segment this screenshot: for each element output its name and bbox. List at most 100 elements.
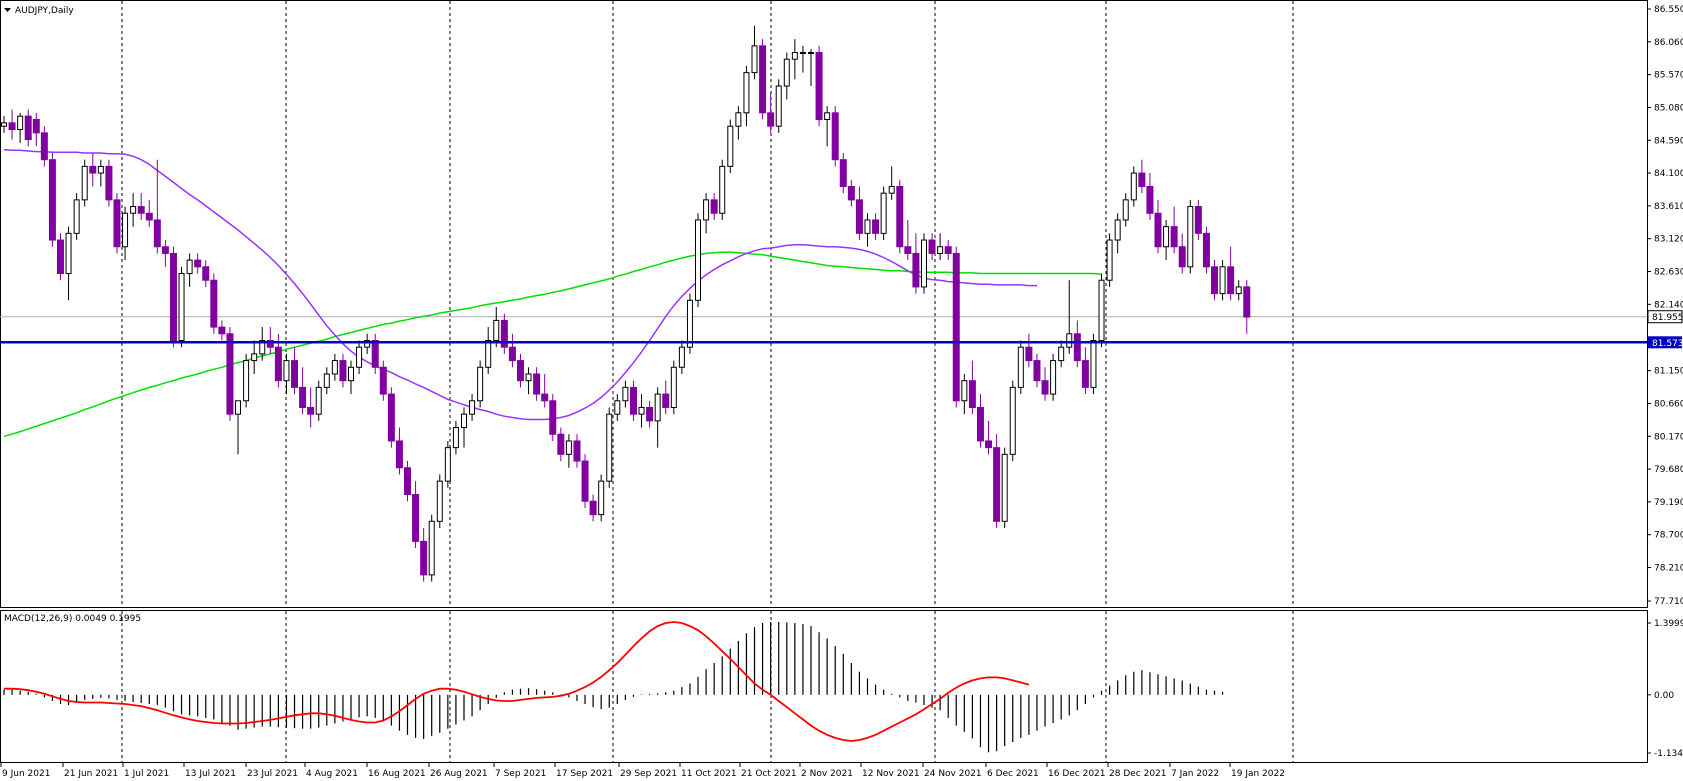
candle-body-bull [1017,346,1024,388]
macd-y-tick-label: 0.00 [1654,691,1674,701]
candle-body-bear [169,252,177,341]
candle-body-bear [533,373,541,395]
x-tick-label: 17 Sep 2021 [556,769,613,779]
current-price-tag: 81.955 [1652,313,1683,323]
candle-body-bull [686,299,693,348]
candle-body-bull [791,52,798,60]
x-tick-label: 2 Nov 2021 [801,769,853,779]
x-tick-label: 9 Jun 2021 [2,769,50,779]
candle-body-bull [186,259,193,275]
candle-body-bear [581,460,589,502]
candle-body-bear [161,246,169,254]
y-tick-label: 86.550 [1654,5,1683,15]
candle-body-bear [855,199,863,234]
x-tick-label: 29 Sep 2021 [620,769,677,779]
candle-body-bull [719,165,726,214]
candle-body-bull [961,380,968,402]
price-axis-labels: 86.550 86.060 85.570 85.080 84.590 84.100 83.6… [1647,5,1683,607]
candle-body-bull [735,112,742,127]
candle-body-bear [710,199,718,214]
candle-body-bull [525,373,532,382]
candle-body-bear [1227,266,1235,295]
candle-body-bull [1219,266,1226,295]
x-tick-label: 13 Jul 2021 [185,769,236,779]
y-tick-label: 84.590 [1654,136,1683,146]
candle-body-bear [89,165,97,174]
candle-body-bear [1041,380,1049,395]
candle-body-bull [654,393,661,422]
candle-body-bear [847,185,855,201]
candle-body-bull [727,125,734,167]
symbol-title: AUDJPY,Daily [15,6,74,16]
candle-body-bear [968,380,976,408]
candle-body-bull [824,112,831,120]
candle-body-bull [1114,219,1121,241]
candle-body-bear [767,112,775,127]
candle-body-bull [678,346,685,368]
candle-body-bear [1194,206,1202,234]
candle-body-bull [1009,386,1016,455]
candle-body-bull [1001,453,1008,522]
candle-body-bull [775,85,782,127]
symbol-dropdown-icon[interactable] [4,8,11,12]
macd-signal-path [4,621,1030,742]
candle-body-bear [985,440,993,449]
macd-histogram [3,621,1224,753]
candle-body-bull [614,400,621,415]
candle-body-bull [565,440,572,455]
candle-body-bull [638,406,645,415]
price-tags: 81.955 81.573 [1647,310,1683,349]
price-panel-frame [0,0,1648,608]
candle-body-bull [920,239,927,288]
candle-body-bull [808,52,814,55]
candle-body-bull [331,360,338,375]
candle-body-bear [40,132,48,161]
macd-panel-frame [0,610,1648,763]
candle-body-bear [1081,360,1089,388]
y-tick-label: 86.060 [1654,38,1683,48]
candle-body-bear [48,159,56,241]
y-tick-label: 84.100 [1654,169,1683,179]
y-tick-label: 77.710 [1654,597,1683,607]
candle-body-bull [469,400,476,415]
y-tick-label: 78.700 [1654,531,1683,541]
candle-body-bear [137,206,145,214]
candle-body-bear [1073,333,1081,362]
y-tick-label: 85.080 [1654,103,1683,113]
x-tick-label: 28 Dec 2021 [1109,769,1167,779]
candle-body-bull [477,366,484,402]
candle-body-bear [952,252,960,402]
candle-body-bear [420,540,428,576]
x-tick-label: 26 Aug 2021 [430,769,488,779]
candle-body-bull [178,273,185,341]
x-tick-label: 23 Jul 2021 [247,769,298,779]
macd-y-tick-label: 1.3999 [1654,619,1683,629]
candle-body-bear [404,467,411,496]
y-tick-label: 83.120 [1654,235,1683,245]
candle-body-bear [1211,266,1218,295]
candle-body-bear [993,447,1001,522]
candle-body-bull [356,346,363,368]
x-tick-label: 7 Jan 2022 [1171,769,1219,779]
candle-body-bear [759,45,767,114]
candle-body-bull [622,386,629,402]
y-tick-label: 80.660 [1654,399,1683,409]
x-tick-label: 16 Aug 2021 [368,769,426,779]
candle-body-bear [387,393,395,442]
y-tick-label: 85.570 [1654,71,1683,81]
x-axis-labels: 9 Jun 2021 21 Jun 2021 1 Jul 2021 13 Jul 20… [0,763,1285,779]
candle-body-bear [371,339,379,368]
candle-body-bull [428,520,435,576]
candle-body-bear [1202,232,1210,268]
candle-body-bull [81,165,88,201]
candlesticks [1,25,1251,582]
candle-body-bear [573,440,581,462]
candle-body-bull [251,353,258,362]
candle-body-bear [839,159,847,187]
candle-body-bear [629,386,637,415]
candle-body-bear [831,112,839,161]
y-tick-label: 82.140 [1654,300,1683,310]
candle-body-bull [703,199,710,221]
candle-body-bear [646,406,654,422]
y-tick-label: 80.170 [1654,432,1683,442]
